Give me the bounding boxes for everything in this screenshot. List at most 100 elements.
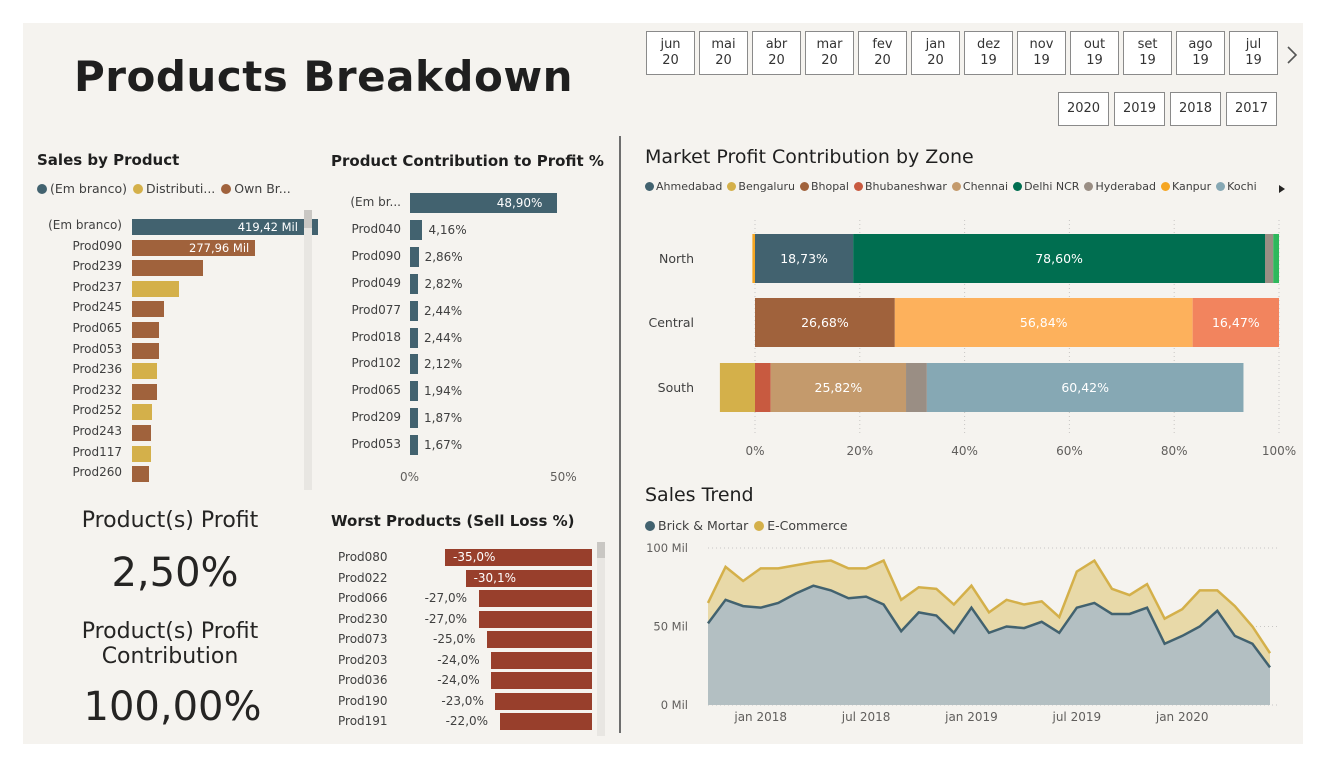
sales-trend-legend-item[interactable]: E-Commerce	[754, 518, 848, 533]
sales-by-product-bar[interactable]	[132, 404, 153, 421]
market-zone-legend-label: Ahmedabad	[656, 180, 723, 193]
market-zone-legend-item[interactable]: Kochi	[1216, 180, 1257, 193]
market-zone-legend: Ahmedabad Bengaluru Bhopal Bhubaneshwar Chen…	[645, 180, 1262, 193]
market-zone-segment[interactable]	[906, 363, 927, 412]
month-slicer-month: jul	[1245, 37, 1262, 52]
sales-by-product-bar[interactable]	[132, 301, 164, 318]
market-zone-segment[interactable]	[1265, 234, 1274, 283]
month-slicer-item[interactable]: jun 20	[646, 31, 695, 75]
sales-trend-ytick: 0 Mil	[661, 698, 688, 712]
sales-by-product-category: Prod237	[72, 279, 122, 294]
profit-contribution-xtick: 0%	[400, 470, 420, 484]
month-slicer-item[interactable]: dez 19	[964, 31, 1013, 75]
year-slicer-item[interactable]: 2019	[1114, 92, 1165, 126]
month-slicer-item[interactable]: nov 19	[1017, 31, 1066, 75]
sales-trend-chart: 0 Mil 50 Mil 100 Mil jan 2018 jul 2018 jan 20…	[646, 541, 1278, 724]
legend-dot-icon	[853, 182, 863, 191]
sales-by-product-bar[interactable]: 419,42 Mil	[132, 219, 318, 235]
legend-dot-icon	[221, 183, 232, 194]
worst-products-bar[interactable]	[499, 713, 592, 730]
market-zone-legend-item[interactable]: Kanpur	[1160, 180, 1211, 193]
worst-products-data-label: -24,0%	[437, 673, 480, 687]
year-slicer-item[interactable]: 2017	[1226, 92, 1277, 126]
worst-products-bar[interactable]	[491, 651, 592, 669]
market-zone-legend-item[interactable]: Delhi NCR	[1013, 180, 1079, 193]
sales-by-product-bar[interactable]	[132, 445, 151, 462]
market-zone-legend-item[interactable]: Hyderabad	[1084, 180, 1156, 193]
market-zone-segment[interactable]	[752, 234, 755, 283]
sales-by-product-legend-item[interactable]: Own Br...	[221, 181, 291, 196]
month-slicer-item[interactable]: set 19	[1123, 31, 1172, 75]
profit-contribution-bar[interactable]	[410, 408, 418, 429]
worst-products-bar[interactable]	[478, 590, 592, 607]
sales-by-product-category: Prod065	[72, 321, 122, 335]
month-slicer-item[interactable]: jul 19	[1229, 31, 1278, 75]
profit-contribution-bar[interactable]	[410, 300, 418, 321]
month-slicer-month: abr	[765, 37, 788, 52]
profit-contribution-data-label: 48,90%	[496, 196, 543, 210]
market-zone-legend-item[interactable]: Bhopal	[799, 180, 849, 193]
worst-products-data-label: -24,0%	[437, 652, 480, 667]
market-zone-segment[interactable]	[755, 363, 771, 412]
sales-by-product-category: Prod053	[72, 341, 122, 356]
legend-dot-icon	[1216, 182, 1226, 191]
month-slicer-month: dez	[976, 37, 1001, 52]
sales-by-product-bar[interactable]	[132, 383, 157, 400]
sales-by-product-bar[interactable]	[132, 280, 180, 297]
sales-by-product-bar[interactable]	[132, 322, 160, 338]
worst-products-bar[interactable]	[491, 672, 592, 689]
profit-contribution-bar[interactable]	[410, 381, 418, 402]
sales-by-product-bar[interactable]	[132, 260, 203, 277]
month-slicer-item[interactable]: mai 20	[699, 31, 748, 75]
market-zone-segment[interactable]	[1273, 234, 1279, 283]
month-slicer-year: 20	[715, 53, 732, 68]
year-slicer-item[interactable]: 2020	[1058, 92, 1109, 126]
profit-contribution-bar[interactable]	[410, 354, 418, 375]
profit-contribution-bar[interactable]	[410, 273, 419, 294]
worst-products-bar[interactable]	[495, 692, 592, 710]
profit-contribution-bar[interactable]	[410, 327, 418, 348]
profit-contribution-bar[interactable]	[410, 435, 418, 456]
legend-next-icon[interactable]	[1278, 180, 1286, 193]
sales-trend-xtick: jan 2020	[1155, 710, 1209, 724]
market-zone-segment[interactable]	[719, 363, 755, 412]
profit-contribution-bar[interactable]	[410, 246, 419, 267]
worst-products-category: Prod203	[338, 652, 388, 667]
sales-by-product-bar[interactable]	[132, 342, 160, 359]
sales-trend-xtick: jan 2018	[733, 710, 787, 724]
market-zone-legend-label: Bhopal	[810, 180, 849, 193]
sales-by-product-bar[interactable]: 277,96 Mil	[132, 239, 256, 256]
market-zone-legend-item[interactable]: Ahmedabad	[645, 180, 722, 193]
market-zone-category: Central	[648, 315, 694, 330]
sales-by-product-legend-item[interactable]: Distributi...	[132, 181, 215, 196]
month-slicer-item[interactable]: ago 19	[1176, 31, 1225, 75]
profit-contribution-category: Prod209	[351, 410, 401, 425]
month-slicer-item[interactable]: abr 20	[752, 31, 801, 75]
chevron-right-icon[interactable]	[1285, 44, 1299, 66]
worst-products-scrollbar[interactable]	[597, 542, 605, 736]
market-zone-legend-label: Kochi	[1227, 180, 1257, 193]
sales-by-product-scrollbar[interactable]	[304, 210, 312, 490]
market-zone-legend-item[interactable]: Chennai	[951, 180, 1008, 193]
year-slicer-item[interactable]: 2018	[1170, 92, 1221, 126]
month-slicer-item[interactable]: jan 20	[911, 31, 960, 75]
profit-contribution-bar[interactable]	[410, 219, 423, 240]
market-zone-chart: 0% 20% 40% 60% 80% 100% North Central South 18,73…	[648, 220, 1296, 458]
month-slicer-item[interactable]: mar 20	[805, 31, 854, 75]
sales-by-product-bar[interactable]	[132, 363, 157, 380]
sales-by-product-bar[interactable]	[132, 425, 151, 441]
month-slicer-year: 19	[1033, 53, 1050, 68]
sales-trend-legend-item[interactable]: Brick & Mortar	[645, 518, 748, 533]
month-slicer-item[interactable]: out 19	[1070, 31, 1119, 75]
worst-products-bar[interactable]	[487, 631, 592, 648]
market-zone-legend-item[interactable]: Bhubaneshwar	[853, 180, 947, 193]
sales-by-product-category: Prod232	[72, 382, 122, 397]
sales-by-product-category: (Em branco)	[48, 218, 122, 232]
worst-products-category: Prod191	[338, 714, 388, 728]
market-zone-legend-item[interactable]: Bengaluru	[727, 180, 795, 193]
profit-contribution-data-label: 1,87%	[424, 411, 463, 426]
worst-products-bar[interactable]	[478, 610, 592, 628]
sales-by-product-bar[interactable]	[132, 466, 149, 483]
sales-by-product-legend-item[interactable]: (Em branco)	[37, 181, 127, 196]
month-slicer-item[interactable]: fev 20	[858, 31, 907, 75]
